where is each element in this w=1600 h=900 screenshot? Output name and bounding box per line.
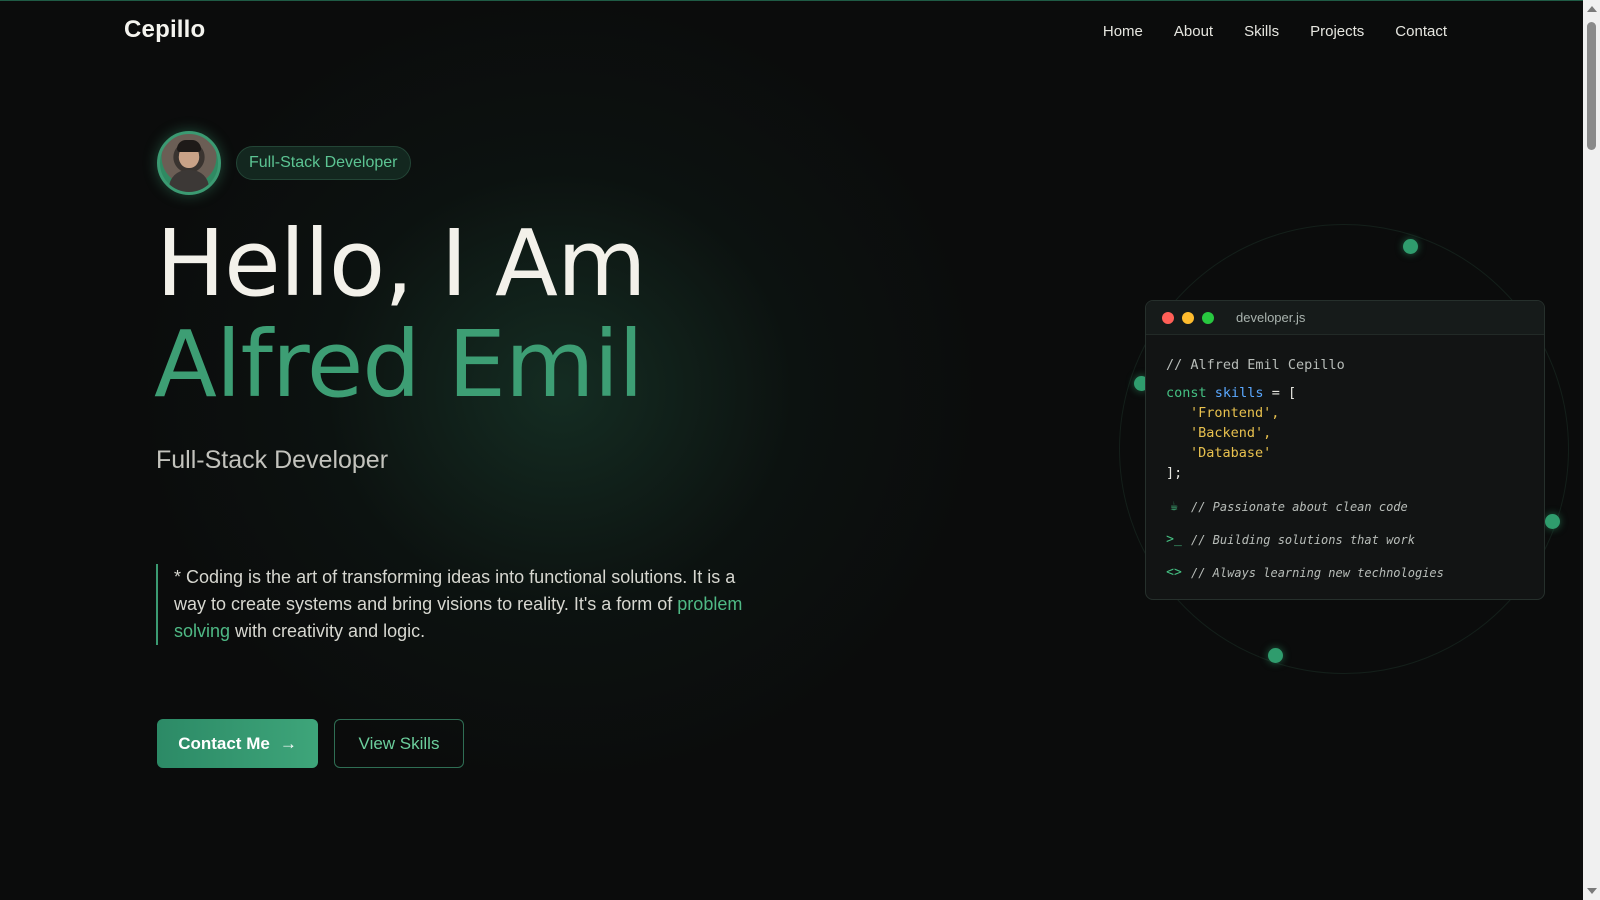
code-string-line: 'Frontend', <box>1166 403 1524 423</box>
nav-projects[interactable]: Projects <box>1310 23 1364 40</box>
scroll-down-arrow-icon[interactable] <box>1587 888 1597 894</box>
contact-me-label: Contact Me <box>178 733 270 753</box>
view-skills-button[interactable]: View Skills <box>334 719 464 768</box>
nav-home[interactable]: Home <box>1103 23 1143 40</box>
nav-contact[interactable]: Contact <box>1395 23 1447 40</box>
note-text: // Building solutions that work <box>1191 533 1415 547</box>
code-card-titlebar: developer.js <box>1146 301 1544 335</box>
quote-text-end: with creativity and logic. <box>230 621 426 641</box>
orbit-dot <box>1545 514 1560 529</box>
hero-name: Alfred Emil <box>154 311 644 418</box>
window-close-dot <box>1162 311 1174 324</box>
arrow-right-icon: → <box>279 733 297 753</box>
code-icon: <> <box>1166 565 1182 580</box>
avatar-body <box>169 170 209 192</box>
code-keyword: const <box>1166 385 1207 401</box>
code-close-bracket: ]; <box>1166 465 1183 481</box>
scroll-up-arrow-icon[interactable] <box>1587 6 1597 12</box>
orbit-dot <box>1268 648 1283 663</box>
code-open-bracket: = [ <box>1263 385 1297 401</box>
avatar <box>157 131 221 195</box>
coffee-icon: ☕ <box>1170 499 1178 514</box>
terminal-icon: >_ <box>1166 532 1182 547</box>
window-maximize-dot <box>1202 311 1214 324</box>
contact-me-button[interactable]: Contact Me → <box>157 719 318 768</box>
avatar-hair <box>177 140 201 152</box>
role-badge: Full-Stack Developer <box>236 146 411 180</box>
code-comment: // Alfred Emil Cepillo <box>1166 357 1345 373</box>
note-text: // Always learning new technologies <box>1191 566 1444 580</box>
note-text: // Passionate about clean code <box>1191 500 1408 514</box>
scrollbar-thumb[interactable] <box>1587 22 1596 150</box>
code-string-line: 'Database' <box>1166 443 1524 463</box>
code-string: 'Backend', <box>1190 425 1272 441</box>
code-block: // Alfred Emil Cepillo const skills = [ … <box>1146 335 1544 583</box>
note-solutions: >_ // Building solutions that work <box>1166 530 1524 550</box>
hero-subtitle: Full-Stack Developer <box>156 446 389 474</box>
hero-greeting: Hello, I Am <box>156 210 647 317</box>
main-nav: Home About Skills Projects Contact <box>1103 23 1447 40</box>
hero-quote: * Coding is the art of transforming idea… <box>156 564 744 645</box>
page: Cepillo Home About Skills Projects Conta… <box>0 0 1583 900</box>
code-variable: skills <box>1214 385 1264 401</box>
quote-text-start: * Coding is the art of transforming idea… <box>174 567 736 614</box>
top-accent-line <box>0 0 1583 1</box>
note-learning: <> // Always learning new technologies <box>1166 563 1524 583</box>
code-card-filename: developer.js <box>1236 310 1306 325</box>
brand-logo[interactable]: Cepillo <box>124 16 205 44</box>
nav-skills[interactable]: Skills <box>1244 23 1279 40</box>
vertical-scrollbar[interactable] <box>1583 0 1600 900</box>
code-declaration: const skills = [ <box>1166 383 1524 403</box>
code-card: developer.js // Alfred Emil Cepillo cons… <box>1145 300 1545 600</box>
note-clean-code: ☕ // Passionate about clean code <box>1166 497 1524 517</box>
code-string: 'Database' <box>1190 445 1272 461</box>
window-minimize-dot <box>1182 311 1194 324</box>
code-string-line: 'Backend', <box>1166 423 1524 443</box>
nav-about[interactable]: About <box>1174 23 1213 40</box>
code-string: 'Frontend', <box>1190 405 1280 421</box>
orbit-dot <box>1403 239 1418 254</box>
